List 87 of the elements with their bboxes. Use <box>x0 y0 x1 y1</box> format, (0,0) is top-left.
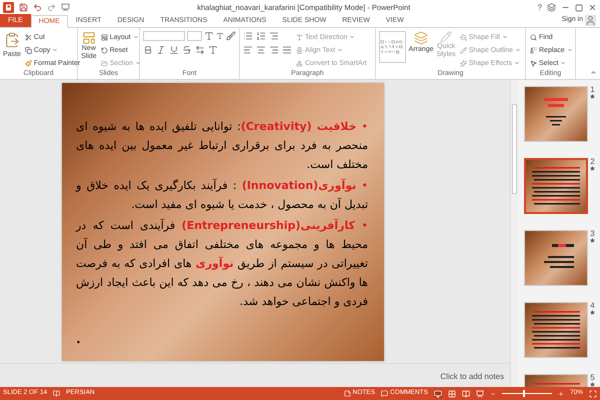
animation-star-icon <box>590 166 595 171</box>
align-right-icon <box>269 45 279 55</box>
caret-icon <box>132 34 139 40</box>
save-icon[interactable] <box>19 3 28 12</box>
shape-fill-icon <box>460 34 467 40</box>
layers-icon <box>414 31 428 45</box>
slide-thumbnail[interactable] <box>524 158 588 214</box>
character-spacing-icon <box>195 45 205 55</box>
find-icon <box>530 34 537 40</box>
section-icon <box>100 60 108 66</box>
convert-smartart-icon <box>296 60 303 66</box>
italic-icon <box>156 45 166 55</box>
scrollbar-track[interactable] <box>510 80 518 387</box>
caret-icon <box>337 47 344 53</box>
avatar-icon <box>585 15 596 26</box>
copy-icon <box>24 46 32 54</box>
align-text-icon <box>296 46 303 54</box>
select-icon <box>530 60 537 66</box>
justify-icon <box>282 45 292 55</box>
shapes-gallery-drawing[interactable] <box>379 31 406 63</box>
thumbnail-text-drawing <box>530 309 582 351</box>
caret-icon <box>515 47 521 53</box>
animation-star-icon <box>590 94 595 99</box>
zoom-slider[interactable] <box>502 390 552 397</box>
grow-font-icon <box>204 31 214 41</box>
caret-icon <box>52 47 58 53</box>
slide-sorter-icon[interactable] <box>448 390 456 398</box>
scrollbar-thumb[interactable] <box>512 104 517 194</box>
bold-icon <box>143 45 153 55</box>
animation-star-icon <box>590 310 595 315</box>
bullet-paragraph: • کارآفرینی(Entrepreneurship) فرآیندی است که در محیط ها و مجموعه های مختلفی اتفاق می افتد و طی آن تغییراتی در سیستم از طریق نوآوری های افرادی که به فرصت ها واکنش نشان می دهند ، رخ می دهد که این باعث ایجاد ارزش فردی و اجتماعی خواهد شد. <box>76 218 368 310</box>
caret-icon <box>560 60 566 66</box>
animation-star-icon <box>590 382 595 387</box>
bullets-icon <box>243 31 253 41</box>
caret-icon <box>502 34 508 40</box>
align-left-icon <box>243 45 253 55</box>
comment-icon <box>381 390 388 397</box>
collapse-ribbon-icon[interactable] <box>590 69 597 76</box>
normal-view-icon[interactable] <box>434 390 442 398</box>
slide-number: 1 <box>590 86 595 94</box>
notes-placeholder[interactable]: Click to add notes <box>440 371 504 383</box>
numbering-icon <box>256 31 266 41</box>
ribbon-display-icon[interactable] <box>547 3 556 12</box>
zoom-in-icon[interactable] <box>558 390 564 396</box>
bullet-paragraph: • خلاقیت (Creativity): توانایی تلفیق ایده ها به شیوه ای منحصر به فرد برای برقراری ارتباط غیر معمول بین ایده های مختلف است. <box>76 119 368 173</box>
slide-number: 4 <box>590 302 595 310</box>
shrink-font-icon <box>216 32 224 40</box>
empty-bullet: • <box>76 339 81 347</box>
caret-icon <box>514 60 520 66</box>
maximize-icon[interactable] <box>575 4 583 12</box>
reading-view-icon[interactable] <box>462 390 470 398</box>
slide-number: 2 <box>590 158 595 166</box>
text-direction-icon <box>296 34 303 40</box>
reset-icon <box>100 46 108 54</box>
slideshow-view-icon[interactable] <box>476 390 484 398</box>
clear-formatting-icon <box>226 31 236 41</box>
note-icon <box>344 390 351 397</box>
shape-effects-icon <box>460 60 467 66</box>
align-center-icon <box>256 45 266 55</box>
pencil-icon <box>440 31 452 43</box>
clipboard-icon <box>4 31 20 49</box>
fit-to-window-icon[interactable] <box>589 390 597 398</box>
spell-check-icon[interactable] <box>53 390 60 397</box>
bullet-paragraph: • نوآوری(Innovation) : فرآیند بکارگیری یک ایده خلاق و تبدیل آن به محصول ، خدمت یا شیوه ای مفید است. <box>76 178 368 213</box>
font-color-icon <box>208 45 218 55</box>
thumbnail-text-drawing <box>530 165 582 207</box>
format-painter-icon <box>24 60 32 66</box>
shape-outline-icon <box>460 46 467 54</box>
font-name-field[interactable] <box>143 31 185 41</box>
layout-icon <box>100 34 108 40</box>
font-size-field[interactable] <box>186 31 202 41</box>
cut-icon <box>24 34 32 40</box>
close-icon[interactable] <box>588 3 597 12</box>
redo-icon[interactable] <box>47 3 56 12</box>
animation-star-icon <box>590 238 595 243</box>
slideshow-icon[interactable] <box>61 3 70 12</box>
indent-icon <box>269 31 279 41</box>
slide-number: 3 <box>590 230 595 238</box>
slide-layout-icon <box>82 31 96 45</box>
caret-icon <box>349 34 356 40</box>
caret-icon <box>566 47 573 53</box>
underline-icon <box>169 45 179 55</box>
slide-number: 5 <box>590 374 595 382</box>
caret-icon <box>134 60 141 66</box>
undo-icon[interactable] <box>33 3 42 12</box>
strikethrough-icon <box>182 45 192 55</box>
help-button[interactable]: ? <box>538 2 542 14</box>
